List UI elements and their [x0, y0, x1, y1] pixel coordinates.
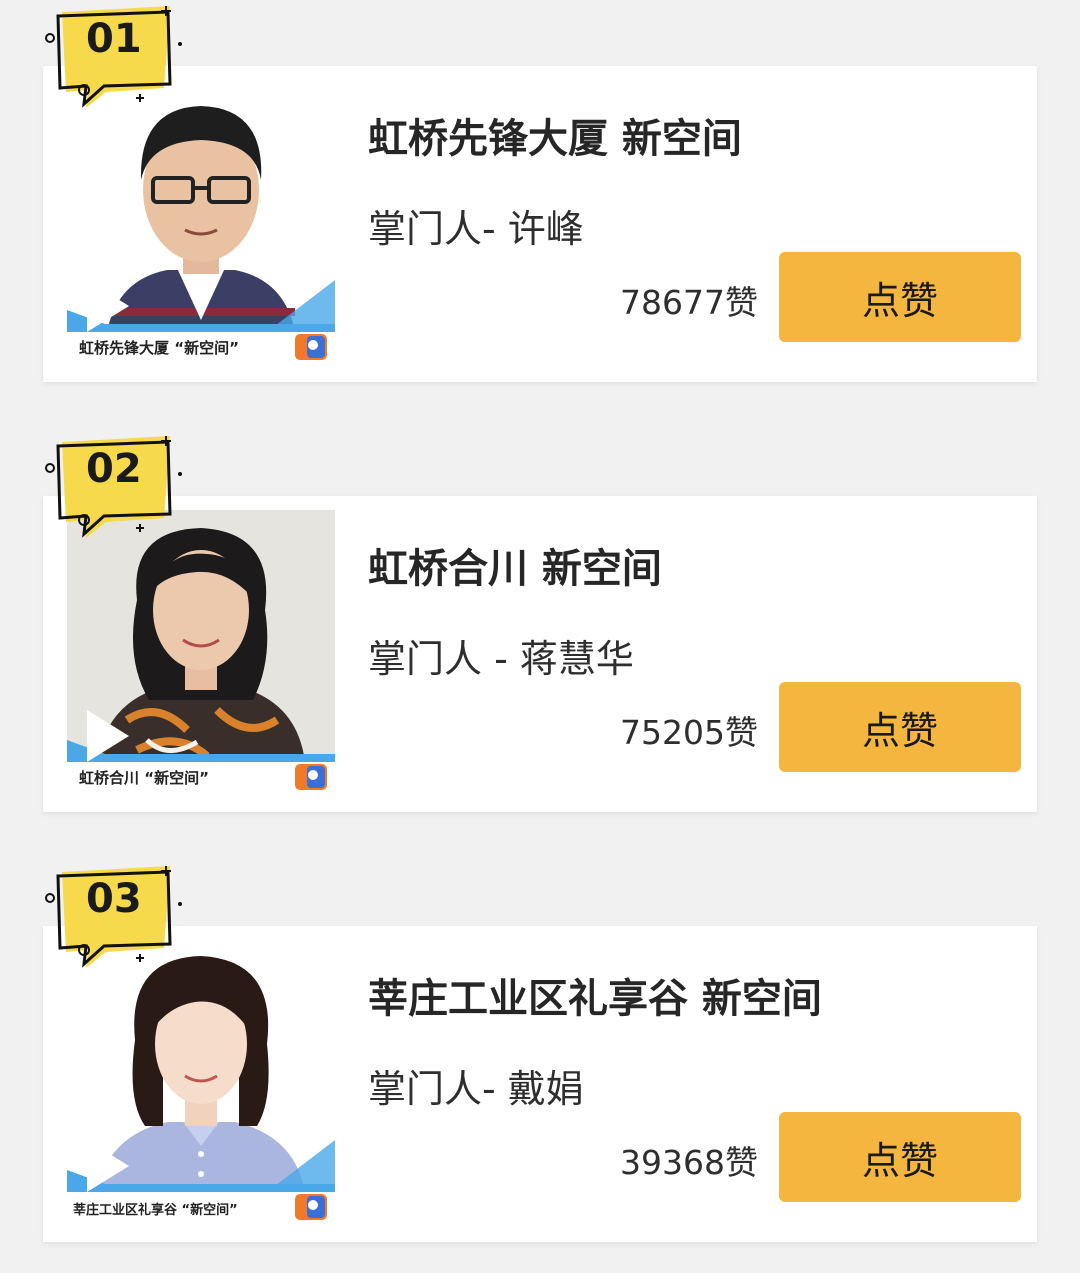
entry-card: 莘庄工业区礼享谷 “新空间” 莘庄工业区礼享谷 新空间 掌门人- 戴娟 3936…: [43, 926, 1037, 1242]
space-title: 莘庄工业区礼享谷 新空间: [368, 976, 822, 1022]
channel-logo-icon: [295, 1194, 327, 1220]
rank-number: 03: [86, 876, 142, 922]
play-icon[interactable]: [85, 1138, 131, 1194]
like-button[interactable]: 点赞: [779, 682, 1021, 772]
space-title: 虹桥合川 新空间: [368, 546, 662, 592]
thumbnail-caption: 虹桥合川 “新空间”: [79, 769, 209, 787]
play-icon[interactable]: [85, 708, 131, 764]
video-thumbnail[interactable]: 虹桥先锋大厦 “新空间”: [67, 80, 335, 368]
channel-logo-icon: [295, 334, 327, 360]
like-count: 75205赞: [620, 713, 758, 752]
rank-badge: 01: [44, 4, 184, 114]
host-name: 掌门人 - 蒋慧华: [368, 637, 634, 681]
entry-card: 虹桥合川 “新空间” 虹桥合川 新空间 掌门人 - 蒋慧华 75205赞 点赞: [43, 496, 1037, 812]
like-count: 78677赞: [620, 283, 758, 322]
entry-card: 虹桥先锋大厦 “新空间” 虹桥先锋大厦 新空间 掌门人- 许峰 78677赞 点…: [43, 66, 1037, 382]
space-title: 虹桥先锋大厦 新空间: [368, 116, 742, 162]
like-count: 39368赞: [620, 1143, 758, 1182]
play-icon[interactable]: [85, 278, 131, 334]
channel-logo-icon: [295, 764, 327, 790]
rank-number: 01: [86, 16, 142, 62]
rank-badge: 02: [44, 434, 184, 544]
thumbnail-caption: 虹桥先锋大厦 “新空间”: [79, 339, 239, 357]
thumbnail-caption: 莘庄工业区礼享谷 “新空间”: [73, 1203, 238, 1218]
like-button[interactable]: 点赞: [779, 252, 1021, 342]
host-name: 掌门人- 许峰: [368, 207, 584, 251]
host-name: 掌门人- 戴娟: [368, 1067, 584, 1111]
rank-number: 02: [86, 446, 142, 492]
video-thumbnail[interactable]: 虹桥合川 “新空间”: [67, 510, 335, 798]
video-thumbnail[interactable]: 莘庄工业区礼享谷 “新空间”: [67, 940, 335, 1228]
like-button[interactable]: 点赞: [779, 1112, 1021, 1202]
rank-badge: 03: [44, 864, 184, 974]
